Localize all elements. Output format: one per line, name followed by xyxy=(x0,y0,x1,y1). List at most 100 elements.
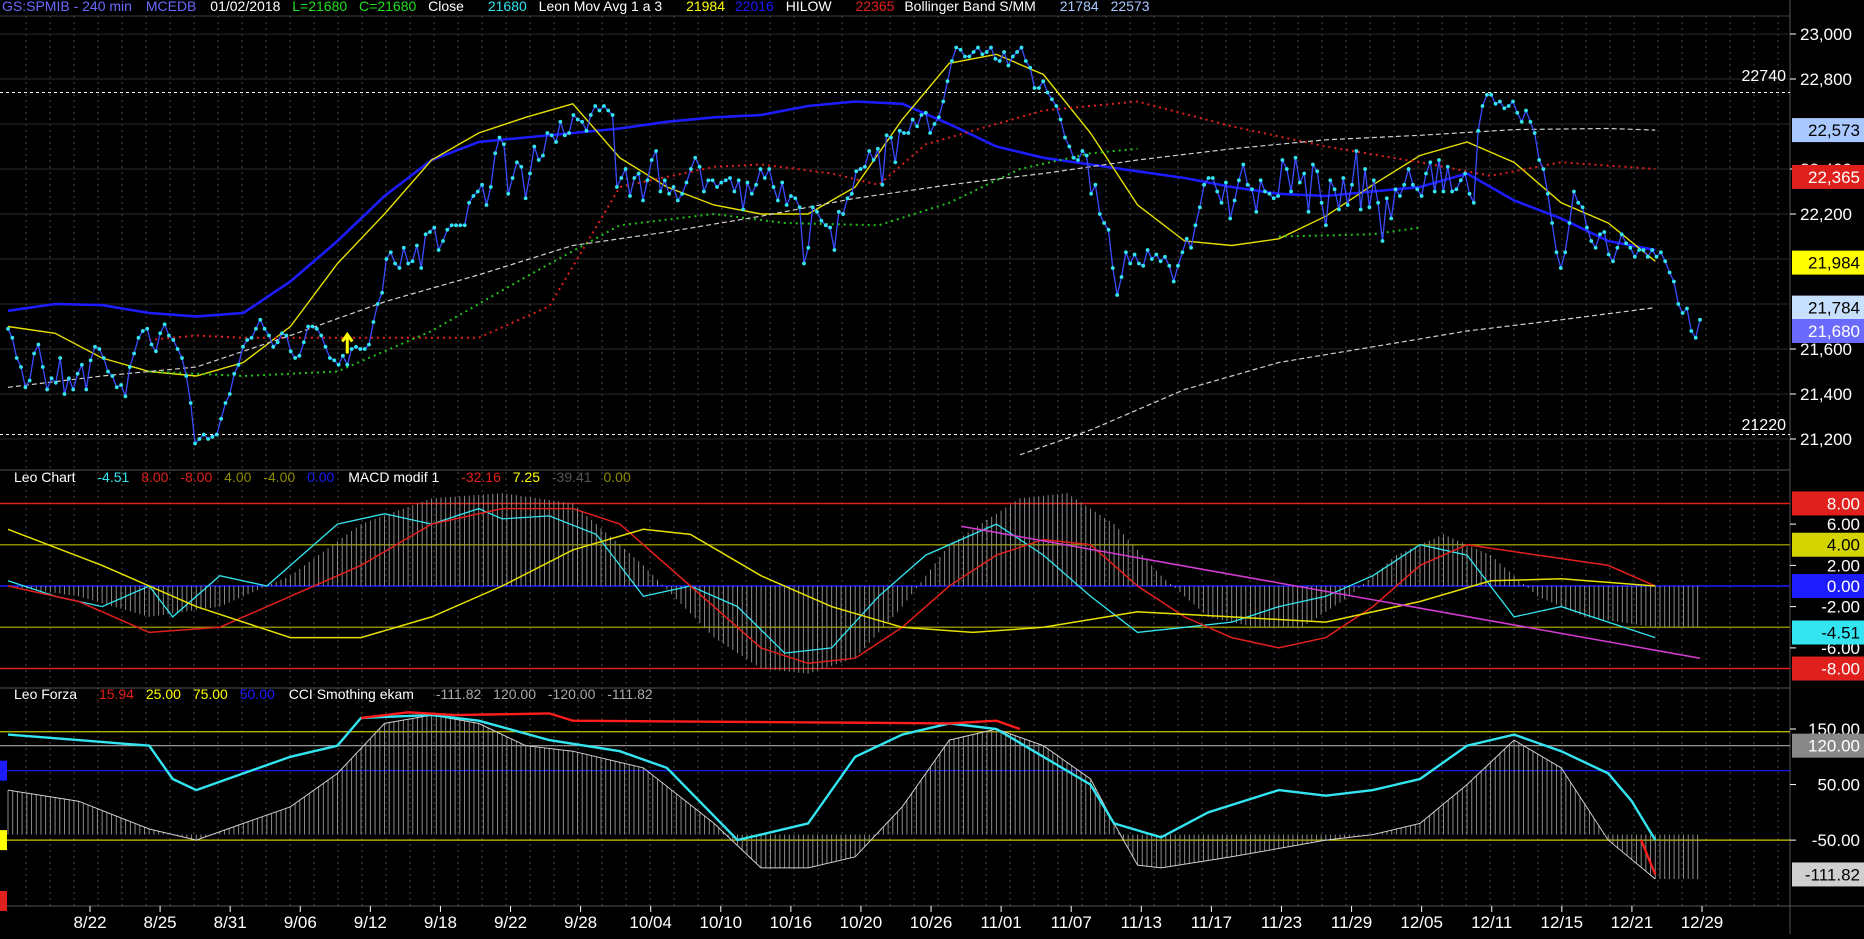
close-point xyxy=(1345,203,1350,207)
close-point xyxy=(58,356,63,360)
price-badge-label: 21,680 xyxy=(1808,322,1860,341)
close-point xyxy=(319,333,324,338)
close-point xyxy=(1602,230,1607,234)
close-point xyxy=(1698,317,1702,322)
close-point xyxy=(149,342,154,347)
close-point xyxy=(93,344,97,349)
close-point xyxy=(989,45,993,50)
close-point xyxy=(1258,178,1263,183)
close-point xyxy=(223,401,228,405)
close-point xyxy=(1228,216,1233,221)
close-point xyxy=(1554,250,1559,255)
close-point xyxy=(715,185,719,189)
close-point xyxy=(249,335,254,340)
y-tick-label: 2.00 xyxy=(1827,556,1860,575)
close-point xyxy=(1106,227,1111,232)
close-point xyxy=(536,158,541,162)
close-point xyxy=(836,209,841,214)
close-point xyxy=(1445,164,1450,169)
close-point xyxy=(136,335,141,340)
close-point xyxy=(593,104,598,108)
close-point xyxy=(227,392,232,396)
close-point xyxy=(454,223,458,228)
close-point xyxy=(40,365,45,369)
x-tick-label: 11/13 xyxy=(1121,913,1162,932)
close-point xyxy=(1437,158,1441,162)
close-point xyxy=(910,117,915,122)
close-point xyxy=(1006,63,1011,68)
close-point xyxy=(1689,329,1694,333)
y-tick-label: -50.00 xyxy=(1812,831,1860,850)
macd-badge-label: -4.51 xyxy=(1821,624,1860,643)
close-point xyxy=(710,178,715,183)
close-point xyxy=(1245,182,1250,187)
close-point xyxy=(815,209,819,214)
close-point xyxy=(976,45,980,50)
close-point xyxy=(1184,236,1189,241)
close-point xyxy=(462,223,467,228)
close-point xyxy=(288,349,293,354)
close-point xyxy=(310,324,315,329)
close-point xyxy=(284,333,289,338)
close-point xyxy=(1458,178,1463,183)
close-point xyxy=(1419,194,1424,198)
close-point xyxy=(1163,254,1167,259)
close-point xyxy=(1084,153,1089,158)
close-point xyxy=(984,50,989,54)
close-point xyxy=(1237,178,1241,183)
macd-v9: -39.41 xyxy=(552,469,592,485)
close-point xyxy=(702,189,706,194)
close-point xyxy=(49,376,54,381)
close-point xyxy=(1319,200,1324,205)
close-point xyxy=(1219,200,1224,205)
close-point xyxy=(632,176,637,180)
close-point xyxy=(384,257,389,261)
close-point xyxy=(1197,205,1202,210)
stock-chart[interactable]: 23,00022,80022,40022,20021,60021,40021,2… xyxy=(0,0,1864,934)
close-point xyxy=(428,230,432,234)
close-point xyxy=(893,160,898,165)
close-point xyxy=(993,56,998,61)
close-point xyxy=(1032,86,1037,90)
close-point xyxy=(1067,144,1072,149)
close-point xyxy=(341,353,345,358)
close-point xyxy=(580,119,584,124)
close-point xyxy=(401,245,406,250)
close-point xyxy=(1128,261,1133,266)
y-tick-label: 50.00 xyxy=(1817,776,1860,795)
close-point xyxy=(354,344,358,349)
close-point xyxy=(541,153,545,158)
close-point xyxy=(1115,293,1120,297)
close-point xyxy=(184,374,189,378)
close-point xyxy=(1572,189,1576,194)
close-point xyxy=(515,160,519,165)
close-point xyxy=(1415,187,1420,192)
x-tick-label: 10/04 xyxy=(629,913,672,932)
macd-v5: -4.00 xyxy=(263,469,295,485)
x-tick-label: 10/26 xyxy=(910,913,953,932)
close-point xyxy=(762,176,767,180)
close-point xyxy=(219,416,224,421)
x-tick-label: 9/28 xyxy=(564,913,597,932)
close-point xyxy=(1150,257,1154,261)
macd-v4: 4.00 xyxy=(224,469,251,485)
close-point xyxy=(380,290,384,295)
close-point xyxy=(432,225,437,230)
close-point xyxy=(336,362,341,367)
close-point xyxy=(262,326,267,331)
x-tick-label: 8/22 xyxy=(73,913,106,932)
close-point xyxy=(1315,169,1320,174)
close-point xyxy=(675,198,680,203)
close-point xyxy=(1189,245,1193,250)
close-point xyxy=(1271,196,1276,201)
close-point xyxy=(1154,252,1159,257)
cci-v1: 15.94 xyxy=(99,686,134,702)
close-point xyxy=(1650,248,1655,252)
close-point xyxy=(1411,182,1415,187)
close-point xyxy=(306,324,310,329)
close-point xyxy=(1406,167,1411,171)
close-point xyxy=(1141,263,1146,268)
close-point xyxy=(1241,162,1246,167)
close-point xyxy=(1485,92,1489,97)
close-point xyxy=(863,164,867,169)
